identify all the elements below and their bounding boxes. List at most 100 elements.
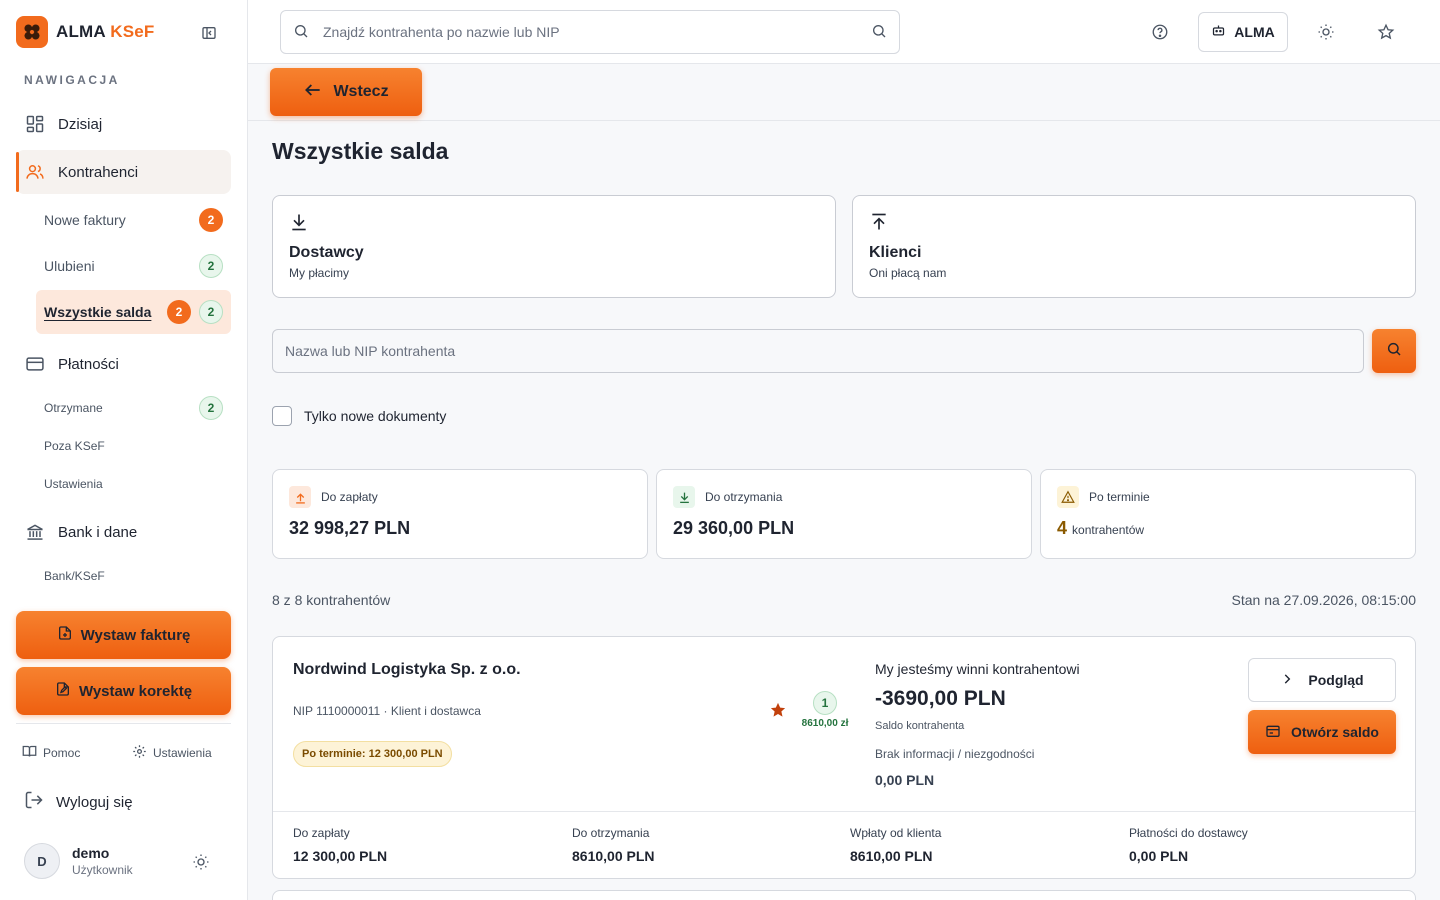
- contractor-name[interactable]: Nordwind Logistyka Sp. z o.o.: [293, 661, 521, 679]
- user-name: demo: [72, 845, 110, 861]
- robot-icon: [1211, 23, 1226, 41]
- nav-heading: NAWIGACJA: [24, 73, 120, 87]
- suppliers-card[interactable]: Dostawcy My płacimy: [272, 195, 836, 298]
- wallet-icon: [1265, 723, 1281, 742]
- bank-icon: [24, 521, 46, 543]
- sun-icon[interactable]: [1316, 22, 1336, 42]
- payments-received-indicator: 1 8610,00 zł: [795, 691, 855, 729]
- summary-to-pay: Do zapłaty 12 300,00 PLN: [293, 826, 388, 864]
- clover-logo-icon: [16, 16, 48, 48]
- sidebar-item-bank[interactable]: Bank i dane: [16, 510, 231, 554]
- balance-value: -3690,00 PLN: [875, 687, 1006, 710]
- card-subtitle: Oni płacą nam: [869, 266, 947, 280]
- file-edit-icon: [55, 681, 71, 701]
- count-badge: 2: [199, 254, 223, 278]
- file-plus-icon: [57, 625, 73, 645]
- stat-to-pay: Do zapłaty 32 998,27 PLN: [272, 469, 648, 559]
- sidebar-sub-ustawienia[interactable]: Ustawienia: [36, 469, 231, 499]
- open-balance-button[interactable]: Otwórz saldo: [1248, 710, 1396, 754]
- only-new-checkbox[interactable]: Tylko nowe dokumenty: [272, 406, 446, 426]
- arrow-down-icon: [289, 212, 819, 236]
- discrepancy-label: Brak informacji / niezgodności: [875, 747, 1035, 761]
- summary-client-payments: Wpłaty od klienta 8610,00 PLN: [850, 826, 942, 864]
- contractor-filter-input[interactable]: Nazwa lub NIP kontrahenta: [272, 329, 1364, 373]
- help-icon[interactable]: [1150, 22, 1170, 42]
- user-role: Użytkownik: [72, 863, 133, 877]
- result-count: 8 z 8 kontrahentów: [272, 592, 391, 608]
- stat-value: 32 998,27 PLN: [289, 518, 411, 538]
- chevron-right-icon: [1280, 672, 1294, 689]
- issue-invoice-button[interactable]: Wystaw fakturę: [16, 611, 231, 659]
- arrow-down-icon: [673, 486, 695, 508]
- stat-overdue: Po terminie 4 kontrahentów: [1040, 469, 1416, 559]
- filter-search-button[interactable]: [1372, 329, 1416, 373]
- arrow-left-icon: [303, 80, 323, 105]
- warning-icon: [1057, 486, 1079, 508]
- sidebar-divider: [16, 723, 231, 724]
- card-title: Dostawcy: [289, 244, 364, 261]
- sidebar-sub-ulubieni[interactable]: Ulubieni 2: [36, 246, 231, 286]
- count-badge: 2: [199, 396, 223, 420]
- stat-value: 29 360,00 PLN: [673, 518, 795, 538]
- users-icon: [24, 161, 46, 183]
- global-search-input[interactable]: Znajdź kontrahenta po nazwie lub NIP: [280, 10, 900, 54]
- theme-toggle-icon[interactable]: [192, 853, 210, 876]
- arrow-up-icon: [289, 486, 311, 508]
- book-icon: [22, 744, 37, 762]
- star-icon[interactable]: [1376, 22, 1396, 42]
- sidebar-item-label: Dzisiaj: [58, 115, 103, 133]
- data-timestamp: Stan na 27.09.2026, 08:15:00: [1231, 592, 1417, 608]
- sidebar-item-label: Bank i dane: [58, 523, 138, 541]
- contractor-nip: NIP 1110000011 · Klient i dostawca: [293, 704, 481, 718]
- page-title: Wszystkie salda: [272, 138, 449, 164]
- balance-caption: Saldo kontrahenta: [875, 720, 965, 732]
- dashboard-icon: [24, 113, 46, 135]
- received-amount: 8610,00 zł: [801, 718, 849, 729]
- clients-card[interactable]: Klienci Oni płacą nam: [852, 195, 1416, 298]
- arrow-up-icon: [869, 212, 1399, 236]
- checkbox-box[interactable]: [272, 406, 292, 426]
- overdue-badge: Po terminie: 12 300,00 PLN: [293, 741, 452, 767]
- search-submit-icon[interactable]: [871, 23, 887, 42]
- preview-button[interactable]: Podgląd: [1248, 658, 1396, 702]
- sidebar-item-kontrahenci[interactable]: Kontrahenci: [16, 150, 231, 194]
- user-profile[interactable]: D demo Użytkownik: [24, 843, 133, 879]
- sidebar-sub-poza-ksef[interactable]: Poza KSeF: [36, 431, 231, 461]
- summary-to-receive: Do otrzymania 8610,00 PLN: [572, 826, 655, 864]
- count-badge: 2: [199, 208, 223, 232]
- stat-value: 4: [1057, 518, 1068, 538]
- organization-switcher[interactable]: ALMA: [1198, 12, 1288, 52]
- search-icon: [1386, 341, 1402, 362]
- card-icon: [24, 353, 46, 375]
- sidebar-item-label: Kontrahenci: [58, 163, 139, 181]
- logout-icon: [24, 790, 44, 814]
- back-button[interactable]: Wstecz: [270, 68, 422, 116]
- brand[interactable]: ALMA KSeF: [16, 16, 154, 48]
- summary-supplier-payments: Płatności do dostawcy 0,00 PLN: [1129, 826, 1248, 864]
- gear-icon: [132, 744, 147, 762]
- help-link[interactable]: Pomoc: [22, 744, 80, 762]
- count-badge: 2: [167, 300, 191, 324]
- count-badge: 2: [199, 300, 223, 324]
- back-bar: Wstecz: [248, 64, 1440, 121]
- logout-button[interactable]: Wyloguj się: [24, 790, 133, 814]
- contractor-summary: Do zapłaty 12 300,00 PLN Do otrzymania 861…: [273, 811, 1415, 879]
- card-title: Klienci: [869, 244, 922, 261]
- sidebar-item-label: Płatności: [58, 355, 119, 373]
- brand-name: ALMA KSeF: [56, 22, 155, 41]
- sidebar-sub-wszystkie-salda[interactable]: Wszystkie salda 22: [36, 290, 231, 334]
- favorite-star-icon[interactable]: [769, 701, 787, 724]
- sidebar-item-platnosci[interactable]: Płatności: [16, 342, 231, 386]
- sidebar: ALMA KSeF NAWIGACJA Dzisiaj Kontrahenci …: [0, 0, 248, 900]
- sidebar-sub-bank-ksef[interactable]: Bank/KSeF: [36, 561, 231, 591]
- sidebar-item-dzisiaj[interactable]: Dzisiaj: [16, 102, 231, 146]
- card-subtitle: My płacimy: [289, 266, 350, 280]
- search-icon: [293, 23, 309, 42]
- contractor-card: Nordwind Logistyka Sp. z o.o. NIP 111000…: [272, 636, 1416, 879]
- sidebar-sub-nowe-faktury[interactable]: Nowe faktury 2: [36, 200, 231, 240]
- sidebar-sub-otrzymane[interactable]: Otrzymane 2: [36, 393, 231, 423]
- collapse-sidebar-icon[interactable]: [198, 22, 220, 44]
- settings-link[interactable]: Ustawienia: [132, 744, 212, 762]
- issue-correction-button[interactable]: Wystaw korektę: [16, 667, 231, 715]
- topbar: Znajdź kontrahenta po nazwie lub NIP ALM…: [248, 0, 1440, 64]
